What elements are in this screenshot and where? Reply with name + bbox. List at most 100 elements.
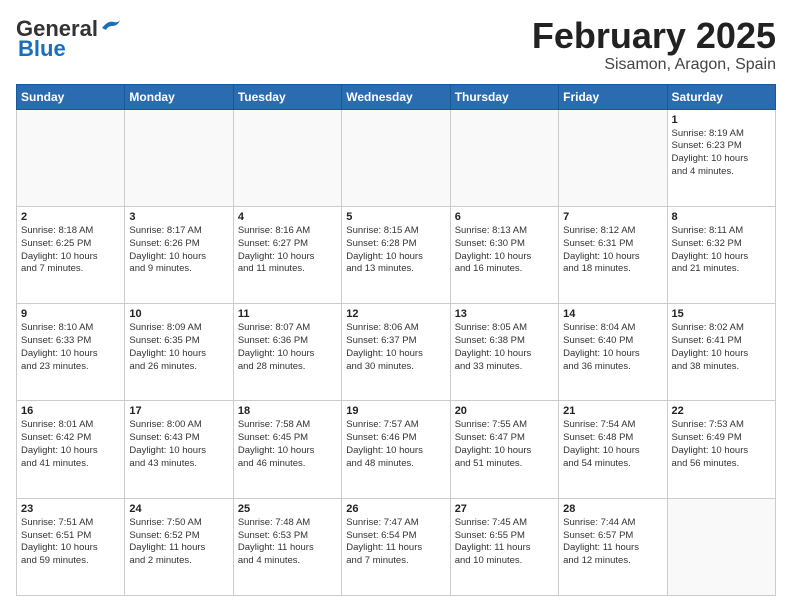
table-row (342, 109, 450, 206)
title-block: February 2025 Sisamon, Aragon, Spain (532, 16, 776, 74)
table-row: 3 Sunrise: 8:17 AM Sunset: 6:26 PM Daylig… (125, 206, 233, 303)
table-row: 25 Sunrise: 7:48 AM Sunset: 6:53 PM Dayli… (233, 498, 341, 595)
day-info: Sunrise: 8:02 AM Sunset: 6:41 PM Dayligh… (672, 322, 771, 373)
logo: General Blue (16, 16, 122, 62)
table-row: 12 Sunrise: 8:06 AM Sunset: 6:37 PM Dayli… (342, 304, 450, 401)
table-row (233, 109, 341, 206)
table-row: 10Sunrise: 8:09 AM Sunset: 6:35 PM Dayli… (125, 304, 233, 401)
day-number: 9 (21, 308, 120, 320)
calendar-week-row: 16 Sunrise: 8:01 AM Sunset: 6:42 PM Dayli… (17, 401, 776, 498)
day-info: Sunrise: 8:18 AM Sunset: 6:25 PM Dayligh… (21, 225, 120, 276)
col-saturday: Saturday (667, 84, 775, 109)
table-row (125, 109, 233, 206)
day-number: 23 (21, 503, 120, 515)
calendar-week-row: 9 Sunrise: 8:10 AM Sunset: 6:33 PM Daylig… (17, 304, 776, 401)
day-number: 15 (672, 308, 771, 320)
table-row: 26 Sunrise: 7:47 AM Sunset: 6:54 PM Dayli… (342, 498, 450, 595)
table-row: 5Sunrise: 8:15 AM Sunset: 6:28 PM Daylig… (342, 206, 450, 303)
day-info: Sunrise: 7:48 AM Sunset: 6:53 PM Dayligh… (238, 517, 337, 568)
day-number: 12 (346, 308, 445, 320)
day-number: 20 (455, 405, 554, 417)
table-row: 17 Sunrise: 8:00 AM Sunset: 6:43 PM Dayli… (125, 401, 233, 498)
col-monday: Monday (125, 84, 233, 109)
logo-bird-icon (100, 18, 122, 36)
day-number: 13 (455, 308, 554, 320)
table-row: 15 Sunrise: 8:02 AM Sunset: 6:41 PM Dayli… (667, 304, 775, 401)
table-row: 16 Sunrise: 8:01 AM Sunset: 6:42 PM Dayli… (17, 401, 125, 498)
table-row: 14 Sunrise: 8:04 AM Sunset: 6:40 PM Dayli… (559, 304, 667, 401)
header: General Blue February 2025 Sisamon, Arag… (16, 16, 776, 74)
day-info: Sunrise: 8:19 AM Sunset: 6:23 PM Dayligh… (672, 128, 771, 179)
day-info: Sunrise: 8:09 AM Sunset: 6:35 PM Dayligh… (129, 322, 228, 373)
month-title: February 2025 (532, 16, 776, 56)
day-info: Sunrise: 7:47 AM Sunset: 6:54 PM Dayligh… (346, 517, 445, 568)
day-number: 24 (129, 503, 228, 515)
day-info: Sunrise: 8:06 AM Sunset: 6:37 PM Dayligh… (346, 322, 445, 373)
table-row: 21Sunrise: 7:54 AM Sunset: 6:48 PM Dayli… (559, 401, 667, 498)
calendar-header-row: Sunday Monday Tuesday Wednesday Thursday… (17, 84, 776, 109)
day-info: Sunrise: 7:54 AM Sunset: 6:48 PM Dayligh… (563, 419, 662, 470)
logo-blue: Blue (18, 36, 66, 62)
day-number: 18 (238, 405, 337, 417)
calendar-week-row: 1 Sunrise: 8:19 AM Sunset: 6:23 PM Daylig… (17, 109, 776, 206)
page: General Blue February 2025 Sisamon, Arag… (0, 0, 792, 612)
table-row: 6 Sunrise: 8:13 AM Sunset: 6:30 PM Daylig… (450, 206, 558, 303)
day-number: 17 (129, 405, 228, 417)
day-info: Sunrise: 8:17 AM Sunset: 6:26 PM Dayligh… (129, 225, 228, 276)
table-row: 22 Sunrise: 7:53 AM Sunset: 6:49 PM Dayli… (667, 401, 775, 498)
table-row: 2Sunrise: 8:18 AM Sunset: 6:25 PM Daylig… (17, 206, 125, 303)
col-wednesday: Wednesday (342, 84, 450, 109)
table-row: 19Sunrise: 7:57 AM Sunset: 6:46 PM Dayli… (342, 401, 450, 498)
col-tuesday: Tuesday (233, 84, 341, 109)
day-info: Sunrise: 7:50 AM Sunset: 6:52 PM Dayligh… (129, 517, 228, 568)
day-number: 8 (672, 211, 771, 223)
table-row: 24 Sunrise: 7:50 AM Sunset: 6:52 PM Dayli… (125, 498, 233, 595)
calendar-week-row: 23Sunrise: 7:51 AM Sunset: 6:51 PM Dayli… (17, 498, 776, 595)
day-info: Sunrise: 8:04 AM Sunset: 6:40 PM Dayligh… (563, 322, 662, 373)
day-info: Sunrise: 8:13 AM Sunset: 6:30 PM Dayligh… (455, 225, 554, 276)
table-row (559, 109, 667, 206)
day-info: Sunrise: 8:16 AM Sunset: 6:27 PM Dayligh… (238, 225, 337, 276)
day-number: 25 (238, 503, 337, 515)
day-number: 3 (129, 211, 228, 223)
table-row: 18Sunrise: 7:58 AM Sunset: 6:45 PM Dayli… (233, 401, 341, 498)
day-info: Sunrise: 8:07 AM Sunset: 6:36 PM Dayligh… (238, 322, 337, 373)
table-row: 7 Sunrise: 8:12 AM Sunset: 6:31 PM Daylig… (559, 206, 667, 303)
day-number: 7 (563, 211, 662, 223)
day-info: Sunrise: 8:10 AM Sunset: 6:33 PM Dayligh… (21, 322, 120, 373)
day-info: Sunrise: 8:11 AM Sunset: 6:32 PM Dayligh… (672, 225, 771, 276)
location-subtitle: Sisamon, Aragon, Spain (532, 56, 776, 74)
day-info: Sunrise: 7:53 AM Sunset: 6:49 PM Dayligh… (672, 419, 771, 470)
day-info: Sunrise: 7:45 AM Sunset: 6:55 PM Dayligh… (455, 517, 554, 568)
day-number: 4 (238, 211, 337, 223)
day-info: Sunrise: 7:44 AM Sunset: 6:57 PM Dayligh… (563, 517, 662, 568)
day-number: 26 (346, 503, 445, 515)
table-row: 1 Sunrise: 8:19 AM Sunset: 6:23 PM Daylig… (667, 109, 775, 206)
col-friday: Friday (559, 84, 667, 109)
col-sunday: Sunday (17, 84, 125, 109)
day-info: Sunrise: 8:12 AM Sunset: 6:31 PM Dayligh… (563, 225, 662, 276)
day-number: 27 (455, 503, 554, 515)
day-number: 11 (238, 308, 337, 320)
day-number: 14 (563, 308, 662, 320)
table-row (450, 109, 558, 206)
day-info: Sunrise: 7:57 AM Sunset: 6:46 PM Dayligh… (346, 419, 445, 470)
day-info: Sunrise: 8:05 AM Sunset: 6:38 PM Dayligh… (455, 322, 554, 373)
table-row: 23Sunrise: 7:51 AM Sunset: 6:51 PM Dayli… (17, 498, 125, 595)
table-row: 9 Sunrise: 8:10 AM Sunset: 6:33 PM Daylig… (17, 304, 125, 401)
day-info: Sunrise: 8:01 AM Sunset: 6:42 PM Dayligh… (21, 419, 120, 470)
table-row: 20 Sunrise: 7:55 AM Sunset: 6:47 PM Dayli… (450, 401, 558, 498)
calendar-table: Sunday Monday Tuesday Wednesday Thursday… (16, 84, 776, 596)
day-number: 16 (21, 405, 120, 417)
day-number: 1 (672, 114, 771, 126)
table-row: 27 Sunrise: 7:45 AM Sunset: 6:55 PM Dayli… (450, 498, 558, 595)
day-info: Sunrise: 8:15 AM Sunset: 6:28 PM Dayligh… (346, 225, 445, 276)
day-info: Sunrise: 7:55 AM Sunset: 6:47 PM Dayligh… (455, 419, 554, 470)
day-number: 28 (563, 503, 662, 515)
table-row: 13 Sunrise: 8:05 AM Sunset: 6:38 PM Dayli… (450, 304, 558, 401)
table-row (17, 109, 125, 206)
day-info: Sunrise: 8:00 AM Sunset: 6:43 PM Dayligh… (129, 419, 228, 470)
day-number: 22 (672, 405, 771, 417)
day-number: 6 (455, 211, 554, 223)
table-row: 4 Sunrise: 8:16 AM Sunset: 6:27 PM Daylig… (233, 206, 341, 303)
